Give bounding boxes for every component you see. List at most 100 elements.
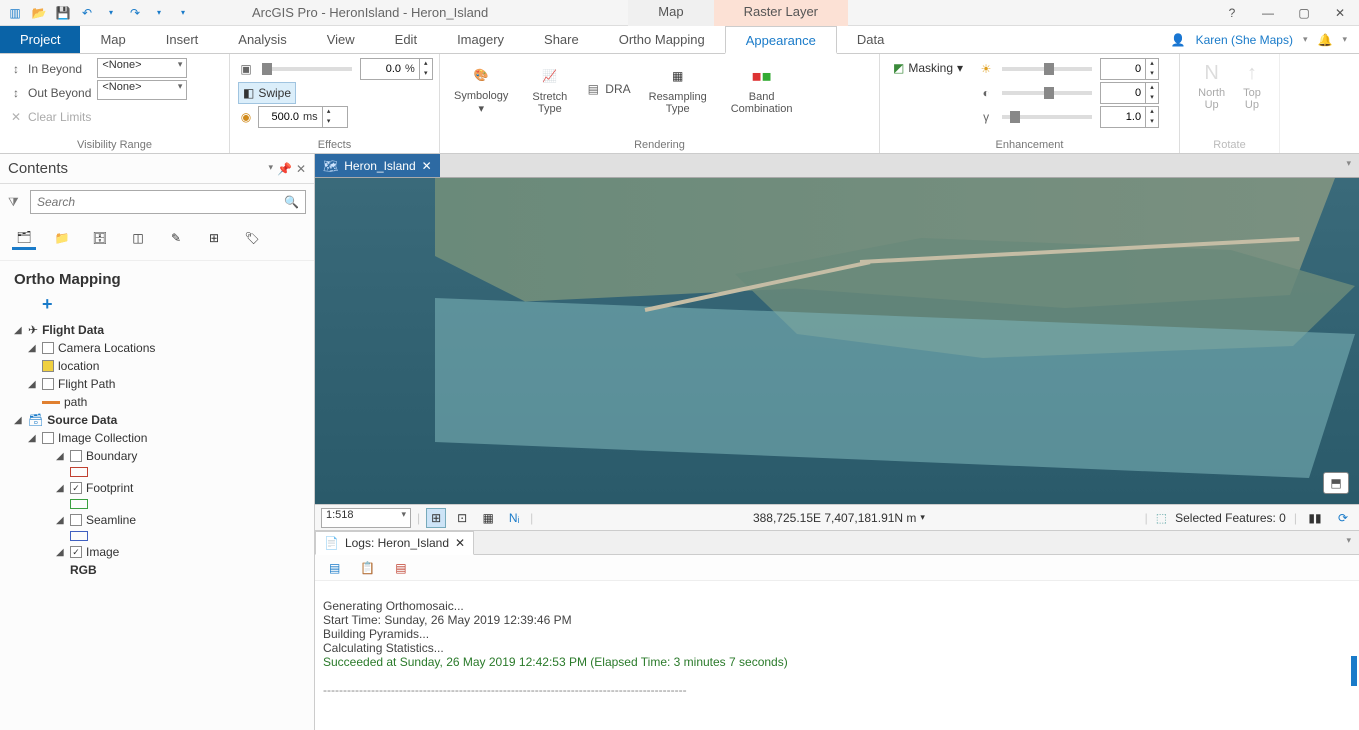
user-icon[interactable]: 👤 <box>1171 33 1186 47</box>
tab-map[interactable]: Map <box>80 26 145 53</box>
panel-menu-icon[interactable]: ▾ <box>268 162 273 176</box>
log-tab-heron[interactable]: 📄 Logs: Heron_Island ✕ <box>315 531 474 555</box>
pause-drawing-icon[interactable]: ▮▮ <box>1305 508 1325 528</box>
qat-customize-icon[interactable]: ▾ <box>174 4 192 22</box>
symbology-button[interactable]: 🎨 Symbology▾ <box>448 58 514 119</box>
log-delete-icon[interactable]: ▤ <box>395 561 406 575</box>
swipe-button[interactable]: ◧Swipe <box>238 82 296 104</box>
tree-flight-path[interactable]: ◢Flight Path <box>14 375 300 393</box>
context-tab-map[interactable]: Map <box>628 0 713 26</box>
maximize-icon[interactable]: ▢ <box>1295 4 1313 22</box>
brightness-slider[interactable] <box>1002 67 1092 71</box>
log-tabs-menu-icon[interactable]: ▾ <box>1338 531 1359 554</box>
footprint-checkbox[interactable]: ✓ <box>70 482 82 494</box>
seamline-checkbox[interactable] <box>70 514 82 526</box>
tree-footprint[interactable]: ◢✓Footprint <box>14 479 300 497</box>
coords-dropdown-icon[interactable]: ▾ <box>920 512 925 523</box>
camera-checkbox[interactable] <box>42 342 54 354</box>
toc-editing-icon[interactable]: ◫ <box>126 226 150 250</box>
tab-insert[interactable]: Insert <box>146 26 219 53</box>
close-icon[interactable]: ✕ <box>1331 4 1349 22</box>
log-open-icon[interactable]: ▤ <box>329 561 340 575</box>
transparency-slider[interactable] <box>262 67 352 71</box>
brightness-spinner[interactable]: ▴▾ <box>1100 58 1159 80</box>
toc-labeling-icon[interactable]: ⊞ <box>202 226 226 250</box>
tree-image-collection[interactable]: ◢Image Collection <box>14 429 300 447</box>
gamma-spinner[interactable]: ▴▾ <box>1100 106 1159 128</box>
toc-snapping-icon[interactable]: ✎ <box>164 226 188 250</box>
log-copy-icon[interactable]: 📋 <box>360 561 375 575</box>
tree-boundary[interactable]: ◢Boundary <box>14 447 300 465</box>
tab-view[interactable]: View <box>307 26 375 53</box>
user-dropdown-icon[interactable]: ▾ <box>1303 34 1308 45</box>
map-correction-icon[interactable]: Nᵢ <box>504 508 524 528</box>
in-beyond-select[interactable]: <None> <box>97 58 187 78</box>
tree-flight-data[interactable]: ◢✈Flight Data <box>14 321 300 339</box>
tab-imagery[interactable]: Imagery <box>437 26 524 53</box>
contrast-slider[interactable] <box>1002 91 1092 95</box>
tree-source-data[interactable]: ◢🗃Source Data <box>14 411 300 429</box>
map-tab-heron[interactable]: 🗺 Heron_Island ✕ <box>315 154 440 177</box>
tab-data[interactable]: Data <box>837 26 904 53</box>
undo-dropdown-icon[interactable]: ▾ <box>102 4 120 22</box>
navigator-icon[interactable]: ⬒ <box>1323 472 1349 494</box>
search-input[interactable] <box>31 195 278 209</box>
gamma-slider[interactable] <box>1002 115 1092 119</box>
stretch-type-button[interactable]: 📈 Stretch Type <box>526 59 573 119</box>
log-body[interactable]: Generating Orthomosaic... Start Time: Su… <box>315 581 1359 730</box>
user-name[interactable]: Karen (She Maps) <box>1196 33 1293 47</box>
toc-tag-icon[interactable]: 🏷 <box>240 226 264 250</box>
toc-draw-order-icon[interactable]: 🗂 <box>12 226 36 250</box>
undo-icon[interactable]: ↶ <box>78 4 96 22</box>
search-icon[interactable]: 🔍 <box>278 195 305 209</box>
tab-ortho-mapping[interactable]: Ortho Mapping <box>599 26 725 53</box>
notifications-icon[interactable]: 🔔 <box>1318 33 1333 47</box>
refresh-icon[interactable]: ⟳ <box>1333 508 1353 528</box>
contrast-spinner[interactable]: ▴▾ <box>1100 82 1159 104</box>
dra-icon[interactable]: ▤ <box>585 81 601 97</box>
save-icon[interactable]: 💾 <box>54 4 72 22</box>
contents-search-box[interactable]: 🔍 <box>30 190 306 214</box>
filter-icon[interactable]: ⧩ <box>8 195 24 210</box>
map-tab-close-icon[interactable]: ✕ <box>422 159 432 173</box>
context-tab-raster[interactable]: Raster Layer <box>714 0 848 26</box>
resampling-button[interactable]: ▦ Resampling Type <box>643 59 713 119</box>
tab-project[interactable]: Project <box>0 26 80 53</box>
toc-source-icon[interactable]: 📁 <box>50 226 74 250</box>
tree-seamline[interactable]: ◢Seamline <box>14 511 300 529</box>
map-grid-icon[interactable]: ▦ <box>478 508 498 528</box>
redo-dropdown-icon[interactable]: ▾ <box>150 4 168 22</box>
log-scrollbar[interactable] <box>1351 656 1357 686</box>
redo-icon[interactable]: ↷ <box>126 4 144 22</box>
help-icon[interactable]: ? <box>1223 4 1241 22</box>
tab-analysis[interactable]: Analysis <box>218 26 306 53</box>
ribbon-collapse-icon[interactable]: ▾ <box>1342 34 1347 45</box>
tab-edit[interactable]: Edit <box>375 26 437 53</box>
map-constraints-icon[interactable]: ⊞ <box>426 508 446 528</box>
tree-path[interactable]: path <box>14 393 300 411</box>
boundary-checkbox[interactable] <box>70 450 82 462</box>
map-tabs-menu-icon[interactable]: ▾ <box>1338 154 1359 177</box>
open-project-icon[interactable]: 📂 <box>30 4 48 22</box>
out-beyond-select[interactable]: <None> <box>97 80 187 100</box>
tree-image[interactable]: ◢✓Image <box>14 543 300 561</box>
flight-path-checkbox[interactable] <box>42 378 54 390</box>
tree-camera-locations[interactable]: ◢Camera Locations <box>14 339 300 357</box>
tree-location[interactable]: location <box>14 357 300 375</box>
panel-close-icon[interactable]: ✕ <box>296 162 306 176</box>
toc-selection-icon[interactable]: 🗄 <box>88 226 112 250</box>
new-project-icon[interactable]: ▥ <box>6 4 24 22</box>
log-tab-close-icon[interactable]: ✕ <box>455 536 465 550</box>
map-scale-select[interactable]: 1:518 <box>321 508 411 528</box>
flicker-spinner[interactable]: ms▴▾ <box>258 106 348 128</box>
selected-features-icon[interactable]: ⬚ <box>1156 511 1167 525</box>
band-combination-button[interactable]: ◼◼ Band Combination <box>725 59 799 119</box>
tab-appearance[interactable]: Appearance <box>725 26 837 54</box>
flicker-icon[interactable]: ◉ <box>238 109 254 125</box>
transparency-spinner[interactable]: %▴▾ <box>360 58 433 80</box>
image-checkbox[interactable]: ✓ <box>70 546 82 558</box>
masking-button[interactable]: ◩Masking ▾ <box>888 58 968 78</box>
panel-pin-icon[interactable]: 📌 <box>277 162 292 176</box>
map-snapping-icon[interactable]: ⊡ <box>452 508 472 528</box>
map-view[interactable]: ⬒ <box>315 178 1359 504</box>
